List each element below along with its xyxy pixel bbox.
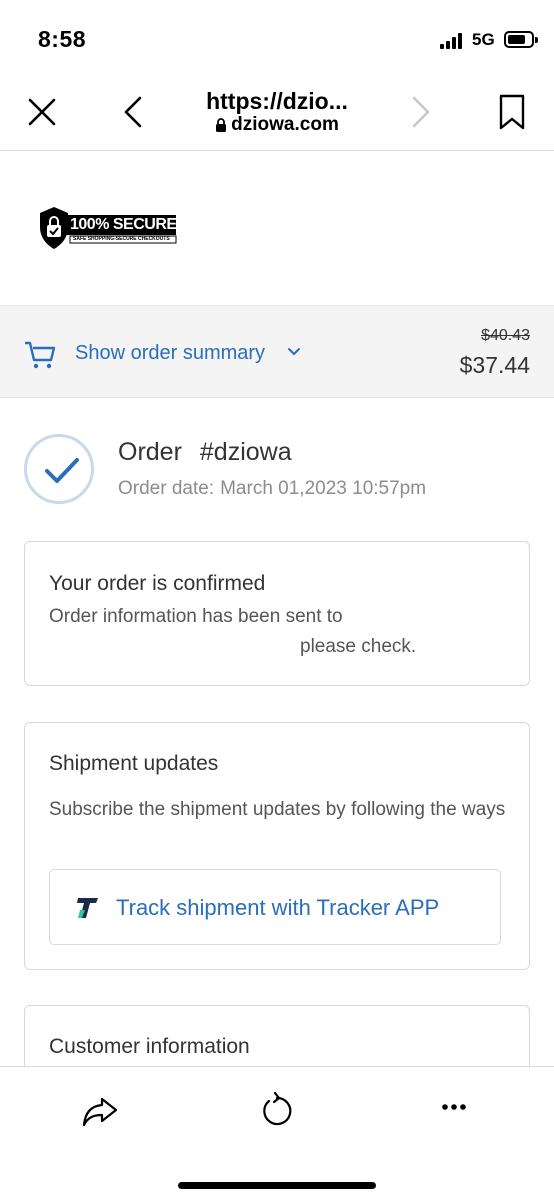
confirm-title: Your order is confirmed bbox=[49, 572, 266, 595]
reload-icon bbox=[263, 1091, 292, 1126]
browser-toolbar bbox=[0, 1066, 554, 1200]
chevron-down-icon bbox=[288, 348, 300, 356]
original-price: $40.43 bbox=[481, 327, 530, 344]
track-shipment-button[interactable]: Track shipment with Tracker APP bbox=[49, 869, 501, 945]
close-button[interactable] bbox=[22, 92, 62, 132]
url-domain[interactable]: dziowa.com bbox=[150, 114, 404, 136]
order-date-value: March 01,2023 10:57pm bbox=[220, 478, 427, 499]
forward-button[interactable] bbox=[400, 92, 440, 132]
total-price: $37.44 bbox=[459, 352, 530, 378]
tracker-app-logo-icon bbox=[77, 898, 98, 918]
domain-label: dziowa.com bbox=[231, 114, 339, 135]
reload-button[interactable] bbox=[255, 1089, 299, 1133]
shipment-title: Shipment updates bbox=[49, 752, 219, 775]
order-date: Order date: March 01,2023 10:57pm bbox=[118, 478, 426, 500]
checkmark-icon bbox=[45, 458, 79, 483]
battery-icon bbox=[504, 31, 538, 48]
order-number: #dziowa bbox=[199, 438, 292, 466]
customer-title: Customer information bbox=[49, 1035, 250, 1058]
secure-checkout-badge: 100% SECURE SAFE SHOPPING-SECURE CHECKOU… bbox=[36, 205, 178, 251]
badge-title: 100% SECURE bbox=[70, 216, 177, 233]
confirm-message-line1: Order information has been sent to bbox=[49, 606, 343, 627]
bookmark-button[interactable] bbox=[492, 92, 532, 132]
more-button[interactable] bbox=[432, 1089, 476, 1133]
signal-icon bbox=[440, 33, 466, 49]
track-shipment-label: Track shipment with Tracker APP bbox=[116, 895, 440, 920]
shipment-description: Subscribe the shipment updates by follow… bbox=[49, 799, 506, 820]
lock-icon bbox=[216, 118, 227, 132]
order-date-label: Order date: bbox=[118, 478, 215, 499]
order-label: Order bbox=[118, 438, 182, 466]
order-title: Order #dziowa bbox=[118, 438, 292, 467]
forward-icon bbox=[412, 96, 430, 128]
status-bar: 8:58 5G bbox=[0, 0, 554, 80]
back-icon bbox=[124, 96, 142, 128]
share-button[interactable] bbox=[78, 1089, 122, 1133]
cart-icon bbox=[25, 341, 56, 369]
order-confirmed-card: Your order is confirmed Order informatio… bbox=[24, 541, 530, 686]
status-time: 8:58 bbox=[38, 26, 87, 52]
back-button[interactable] bbox=[114, 92, 154, 132]
order-confirmed-check bbox=[24, 434, 94, 504]
browser-nav-bar: https://dzio... dziowa.com bbox=[0, 80, 554, 151]
order-summary-bar[interactable]: Show order summary $40.43 $37.44 bbox=[0, 305, 554, 398]
badge-subtitle: SAFE SHOPPING-SECURE CHECKOUTS bbox=[73, 236, 170, 242]
shipment-updates-card: Shipment updates Subscribe the shipment … bbox=[24, 722, 530, 970]
network-label: 5G bbox=[472, 30, 495, 49]
close-icon bbox=[28, 98, 56, 126]
show-order-summary-toggle[interactable]: Show order summary bbox=[75, 342, 265, 365]
confirm-message-line2: please check. bbox=[300, 636, 417, 657]
share-icon bbox=[82, 1097, 118, 1127]
bookmark-icon bbox=[499, 94, 525, 130]
home-indicator bbox=[178, 1182, 376, 1189]
url-title[interactable]: https://dzio... bbox=[150, 88, 404, 115]
more-icon bbox=[442, 1104, 466, 1110]
